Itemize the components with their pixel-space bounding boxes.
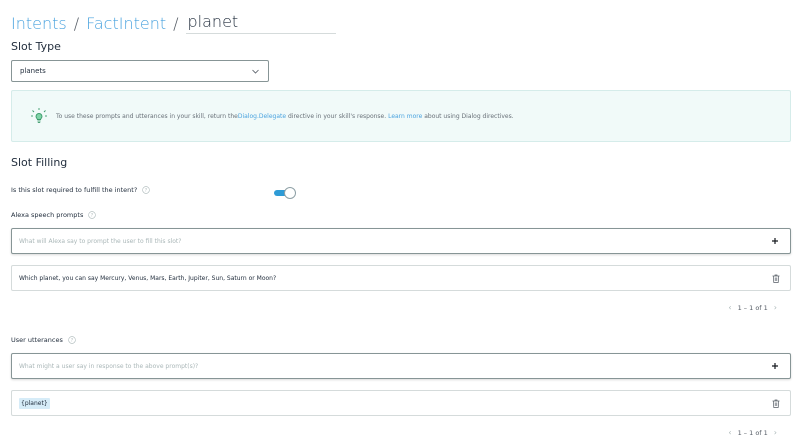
help-icon[interactable]: ? xyxy=(88,211,97,219)
prompts-label-row: Alexa speech prompts ? xyxy=(11,211,97,219)
utterance-input[interactable] xyxy=(19,362,770,370)
add-utterance-plus-icon[interactable] xyxy=(770,361,780,371)
toggle-knob xyxy=(284,187,296,199)
utterance-input-row xyxy=(11,353,791,379)
breadcrumb-separator: / xyxy=(73,13,80,33)
utterances-label-row: User utterances ? xyxy=(11,336,76,344)
prompt-input-row xyxy=(11,228,791,254)
learn-more-link[interactable]: Learn more xyxy=(388,113,422,120)
prompts-label: Alexa speech prompts xyxy=(11,211,84,219)
utterances-label: User utterances xyxy=(11,336,63,344)
breadcrumb-intents-link[interactable]: Intents xyxy=(11,14,67,33)
utterance-list-item: {planet} xyxy=(11,390,791,416)
prompt-list-item: Which planet, you can say Mercury, Venus… xyxy=(11,265,791,291)
info-text-before: To use these prompts and utterances in y… xyxy=(56,112,238,120)
info-text-after: about using Dialog directives. xyxy=(422,112,514,120)
dialog-delegate-info-box: To use these prompts and utterances in y… xyxy=(11,90,791,142)
slot-type-value: planets xyxy=(20,67,46,75)
next-page-icon[interactable]: › xyxy=(774,303,777,312)
info-text-middle: directive in your skill's response. xyxy=(286,112,389,120)
required-label-row: Is this slot required to fulfill the int… xyxy=(11,186,150,194)
chevron-down-icon xyxy=(250,66,260,76)
trash-icon[interactable] xyxy=(771,273,780,283)
breadcrumb: Intents / FactIntent / xyxy=(11,12,336,34)
utterances-pagination-text: 1 – 1 of 1 xyxy=(737,428,768,437)
prompts-pagination: ‹ 1 – 1 of 1 › xyxy=(722,303,783,312)
next-page-icon[interactable]: › xyxy=(774,428,777,437)
slot-type-title: Slot Type xyxy=(11,40,61,53)
svg-text:?: ? xyxy=(91,213,94,219)
utterance-text-wrap: {planet} xyxy=(19,397,771,409)
prompts-pagination-text: 1 – 1 of 1 xyxy=(737,303,768,312)
slot-filling-title: Slot Filling xyxy=(11,156,68,169)
utterances-pagination: ‹ 1 – 1 of 1 › xyxy=(722,428,783,437)
trash-icon[interactable] xyxy=(771,398,780,408)
add-prompt-plus-icon[interactable] xyxy=(770,236,780,246)
prompt-input[interactable] xyxy=(19,237,770,245)
required-label: Is this slot required to fulfill the int… xyxy=(11,186,138,194)
required-toggle[interactable] xyxy=(274,187,296,199)
prev-page-icon[interactable]: ‹ xyxy=(728,303,731,312)
slot-chip[interactable]: {planet} xyxy=(19,397,50,409)
svg-text:?: ? xyxy=(145,188,148,194)
breadcrumb-separator: / xyxy=(173,13,179,33)
slot-name-input[interactable] xyxy=(185,12,336,34)
lightbulb-icon xyxy=(30,107,48,125)
prev-page-icon[interactable]: ‹ xyxy=(728,428,731,437)
help-icon[interactable]: ? xyxy=(142,186,150,194)
dialog-delegate-link[interactable]: Dialog.Delegate xyxy=(238,113,286,120)
help-icon[interactable]: ? xyxy=(68,336,76,344)
breadcrumb-intent-link[interactable]: FactIntent xyxy=(86,14,166,33)
prompt-text[interactable]: Which planet, you can say Mercury, Venus… xyxy=(19,275,771,282)
svg-text:?: ? xyxy=(71,338,74,344)
slot-type-select[interactable]: planets xyxy=(11,60,269,82)
